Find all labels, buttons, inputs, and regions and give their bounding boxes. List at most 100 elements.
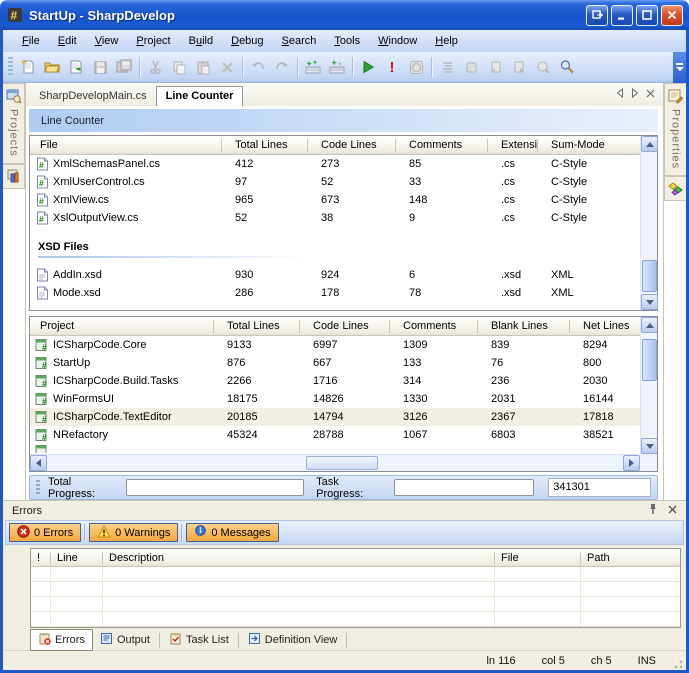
files-table-scrollbar[interactable]: [640, 136, 657, 310]
run-button[interactable]: [356, 56, 380, 79]
menu-item[interactable]: Tools: [325, 33, 369, 49]
prev-tab-button[interactable]: [616, 88, 624, 101]
toolbar-grip[interactable]: [8, 57, 13, 77]
col-comments[interactable]: Comments: [396, 139, 488, 152]
col-severity[interactable]: !: [31, 552, 51, 564]
comment-region-button[interactable]: [435, 56, 459, 79]
scroll-up-button[interactable]: [641, 317, 657, 333]
menu-item[interactable]: Window: [369, 33, 426, 49]
tab-errors[interactable]: Errors: [30, 629, 93, 651]
sidebar-tab-projects[interactable]: Projects: [3, 83, 25, 164]
file-row[interactable]: #XmlSchemasPanel.cs 412 273 85 .cs C-Sty…: [30, 155, 640, 173]
save-button[interactable]: [88, 56, 112, 79]
project-row[interactable]: #WinFormsUI 18175 14826 1330 2031 16144: [30, 390, 640, 408]
strip-grip[interactable]: [36, 480, 40, 496]
messages-filter-button[interactable]: 0 Messages: [186, 523, 278, 542]
toolbar-overflow-button[interactable]: [673, 52, 686, 83]
col-extension[interactable]: Extension: [488, 139, 538, 152]
sidebar-tab-properties[interactable]: Properties: [664, 83, 686, 176]
col-blank-lines[interactable]: Blank Lines: [478, 320, 570, 333]
tab-output[interactable]: Output: [93, 630, 157, 650]
prev-bookmark-button[interactable]: [483, 56, 507, 79]
menu-item[interactable]: Project: [127, 33, 179, 49]
build-button[interactable]: [301, 56, 325, 79]
toggle-bookmark-button[interactable]: [459, 56, 483, 79]
col-line[interactable]: Line: [51, 552, 103, 564]
col-project[interactable]: Project: [30, 320, 214, 333]
col-path[interactable]: Path: [581, 552, 680, 564]
save-all-button[interactable]: [112, 56, 136, 79]
col-net-lines[interactable]: Net Lines: [570, 320, 640, 333]
maximize-button[interactable]: [636, 5, 658, 26]
menu-item[interactable]: Search: [273, 33, 326, 49]
run-without-debugger-button[interactable]: !: [380, 56, 404, 79]
col-comments[interactable]: Comments: [390, 320, 478, 333]
find-disabled-button[interactable]: [531, 56, 555, 79]
next-tab-button[interactable]: [631, 88, 639, 101]
close-button[interactable]: [661, 5, 683, 26]
next-bookmark-button[interactable]: [507, 56, 531, 79]
minimize-button[interactable]: [611, 5, 633, 26]
open-file-button[interactable]: [40, 56, 64, 79]
tab-sharpdevelopmain[interactable]: SharpDevelopMain.cs: [30, 87, 156, 106]
scroll-down-button[interactable]: [641, 294, 658, 310]
scrollbar-thumb[interactable]: [642, 339, 657, 381]
scroll-down-button[interactable]: [641, 438, 657, 454]
copy-button[interactable]: [167, 56, 191, 79]
new-file-button[interactable]: [16, 56, 40, 79]
scrollbar-thumb[interactable]: [306, 456, 378, 470]
menu-item[interactable]: View: [86, 33, 128, 49]
tab-definition-view[interactable]: Definition View: [241, 630, 345, 650]
undo-button[interactable]: [246, 56, 270, 79]
col-description[interactable]: Description: [103, 552, 495, 564]
menu-item[interactable]: Help: [426, 33, 467, 49]
col-code-lines[interactable]: Code Lines: [308, 139, 396, 152]
file-row[interactable]: #XslOutputView.cs 52 38 9 .cs C-Style: [30, 209, 640, 227]
rebuild-button[interactable]: [325, 56, 349, 79]
project-row[interactable]: #ICSharpCode.Build.Tasks 2266 1716 314 2…: [30, 372, 640, 390]
delete-button[interactable]: [215, 56, 239, 79]
col-total-lines[interactable]: Total Lines: [222, 139, 308, 152]
scroll-right-button[interactable]: [623, 455, 640, 471]
menu-item[interactable]: Build: [180, 33, 222, 49]
col-total-lines[interactable]: Total Lines: [214, 320, 300, 333]
project-row[interactable]: #ICSharpCode.TextEditor 20185 14794 3126…: [30, 408, 640, 426]
scroll-left-button[interactable]: [30, 455, 47, 471]
sidebar-tab-toolbox[interactable]: [664, 176, 686, 201]
projects-table-hscrollbar[interactable]: [30, 454, 640, 471]
col-file[interactable]: File: [30, 139, 222, 152]
cell-total: 9133: [214, 339, 300, 351]
file-row[interactable]: #XmlView.cs 965 673 148 .cs C-Style: [30, 191, 640, 209]
close-panel-icon[interactable]: [668, 505, 677, 517]
projects-table-scrollbar[interactable]: [640, 317, 657, 454]
stop-button[interactable]: [404, 56, 428, 79]
col-file[interactable]: File: [495, 552, 581, 564]
menu-item[interactable]: Edit: [49, 33, 86, 49]
pin-icon[interactable]: [648, 503, 658, 518]
sidebar-tab-tools[interactable]: [3, 164, 25, 189]
col-code-lines[interactable]: Code Lines: [300, 320, 390, 333]
scroll-up-button[interactable]: [641, 136, 658, 152]
errors-filter-button[interactable]: 0 Errors: [9, 523, 81, 542]
menu-item[interactable]: Debug: [222, 33, 272, 49]
project-row[interactable]: #ICSharpCode.Core 9133 6997 1309 839 829…: [30, 336, 640, 354]
redo-button[interactable]: [270, 56, 294, 79]
file-row[interactable]: #XmlUserControl.cs 97 52 33 .cs C-Style: [30, 173, 640, 191]
tab-task-list[interactable]: Task List: [162, 630, 236, 650]
save-as-button[interactable]: [64, 56, 88, 79]
col-sum-mode[interactable]: Sum-Mode: [538, 139, 640, 152]
resize-grip[interactable]: [672, 658, 684, 670]
project-row[interactable]: #NRefactory 45324 28788 1067 6803 38521: [30, 426, 640, 444]
warnings-filter-button[interactable]: 0 Warnings: [89, 523, 178, 542]
paste-button[interactable]: [191, 56, 215, 79]
file-row[interactable]: AddIn.xsd 930 924 6 .xsd XML: [30, 266, 640, 284]
cut-button[interactable]: [143, 56, 167, 79]
close-tab-button[interactable]: [646, 89, 655, 101]
tab-line-counter[interactable]: Line Counter: [156, 86, 244, 106]
project-row[interactable]: #StartUp 876 667 133 76 800: [30, 354, 640, 372]
scrollbar-thumb[interactable]: [642, 260, 657, 292]
file-row[interactable]: Mode.xsd 286 178 78 .xsd XML: [30, 284, 640, 302]
search-button[interactable]: [555, 56, 579, 79]
tray-window-button[interactable]: [586, 5, 608, 26]
menu-item[interactable]: File: [13, 33, 49, 49]
